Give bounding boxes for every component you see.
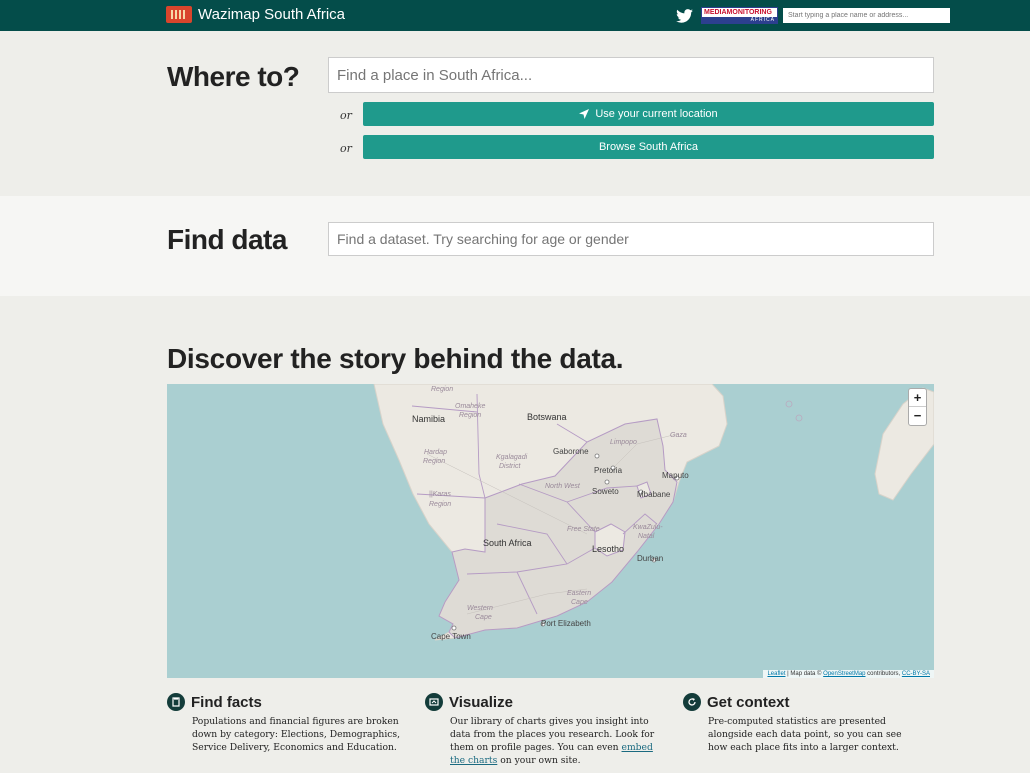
map-label: Gaborone [553,447,589,456]
map-label: Pretoria [594,466,623,475]
map-label: Region [429,501,452,508]
map-label: Limpopo [610,439,637,446]
map-label: North West [545,483,580,490]
map-label: Hardap [424,449,447,456]
wazimap-logo-icon [166,6,192,23]
use-current-location-label: Use your current location [595,108,718,120]
browse-south-africa-button[interactable]: Browse South Africa [363,135,934,159]
map-label: Western [467,605,493,612]
browse-south-africa-label: Browse South Africa [598,141,699,153]
map-label: Natal [638,533,655,540]
header-place-search-input[interactable] [783,8,950,23]
map-label: Free State [567,526,600,533]
cc-by-sa-link[interactable]: CC-BY-SA [902,671,930,677]
feature-visualize: Visualize Our library of charts gives yo… [425,693,665,767]
feature-title: Get context [707,693,790,711]
map-label: Cape Town [431,632,471,641]
where-to-heading: Where to? [167,61,300,92]
map-label: Cape [475,614,492,621]
zoom-in-button[interactable]: + [909,389,926,407]
map-label: Soweto [592,487,619,496]
feature-find-facts: Find facts Populations and financial fig… [167,693,407,754]
map-label: South Africa [483,538,532,548]
media-monitoring-africa-logo[interactable]: MEDIAMONITORING AFRICA [701,7,778,24]
feature-description: Our library of charts gives you insight … [450,715,665,767]
feature-description: Pre-computed statistics are presented al… [708,716,902,753]
map-label: Botswana [527,412,567,422]
map-label: ||Karas [429,491,451,498]
attribution-contributors: contributors, [865,671,902,677]
or-label: or [340,142,352,155]
map-attribution: Leaflet | Map data © OpenStreetMap contr… [763,670,934,678]
map-label: KwaZulu- [633,524,663,531]
map-label: Namibia [412,414,446,424]
map[interactable]: Region Omaheke Region Namibia Botswana H… [167,384,934,678]
discover-heading: Discover the story behind the data. [167,343,624,374]
map-tiles [373,384,934,641]
map-label: Gaza [670,432,687,439]
openstreetmap-link[interactable]: OpenStreetMap [823,671,865,677]
zoom-out-button[interactable]: − [909,407,926,425]
map-label: Omaheke [455,403,486,410]
book-icon [167,693,185,711]
use-current-location-button[interactable]: Use your current location [363,102,934,126]
map-label: Kgalagadi [496,454,528,461]
or-label: or [340,109,352,122]
chart-icon [425,693,443,711]
brand-link[interactable]: Wazimap South Africa [166,6,345,23]
map-label: Eastern [567,590,592,597]
map-label: Region [423,458,446,465]
map-label: District [499,463,521,470]
where-to-section: Where to? or Use your current location o… [0,31,1030,196]
place-search-input[interactable] [328,57,934,93]
feature-title: Visualize [449,693,513,711]
refresh-icon [683,693,701,711]
find-data-section: Find data [0,196,1030,296]
map-label: Region [431,386,454,393]
map-label: Lesotho [592,544,625,554]
feature-title: Find facts [191,693,262,711]
dataset-search-input[interactable] [328,222,934,256]
brand-title: Wazimap South Africa [198,6,346,23]
mma-logo-subtext: AFRICA [702,17,777,24]
map-label: Mbabane [637,490,671,499]
map-zoom-control: + − [908,388,927,426]
find-data-heading: Find data [167,224,287,255]
leaflet-link[interactable]: Leaflet [767,671,785,677]
feature-get-context: Get context Pre-computed statistics are … [683,693,923,754]
top-navigation-bar: Wazimap South Africa MEDIAMONITORING AFR… [0,0,1030,31]
feature-description: Populations and financial figures are br… [192,716,401,753]
feature-description-text: on your own site. [497,755,581,766]
location-arrow-icon [579,109,590,119]
map-label: Region [459,412,482,419]
map-label: Maputo [662,471,689,480]
map-label: Port Elizabeth [541,619,591,628]
attribution-text: | Map data © [785,671,824,677]
map-label: Cape [571,599,588,606]
twitter-icon[interactable] [676,9,693,23]
mma-logo-text: MEDIAMONITORING [704,9,772,16]
map-label: Durban [637,554,664,563]
